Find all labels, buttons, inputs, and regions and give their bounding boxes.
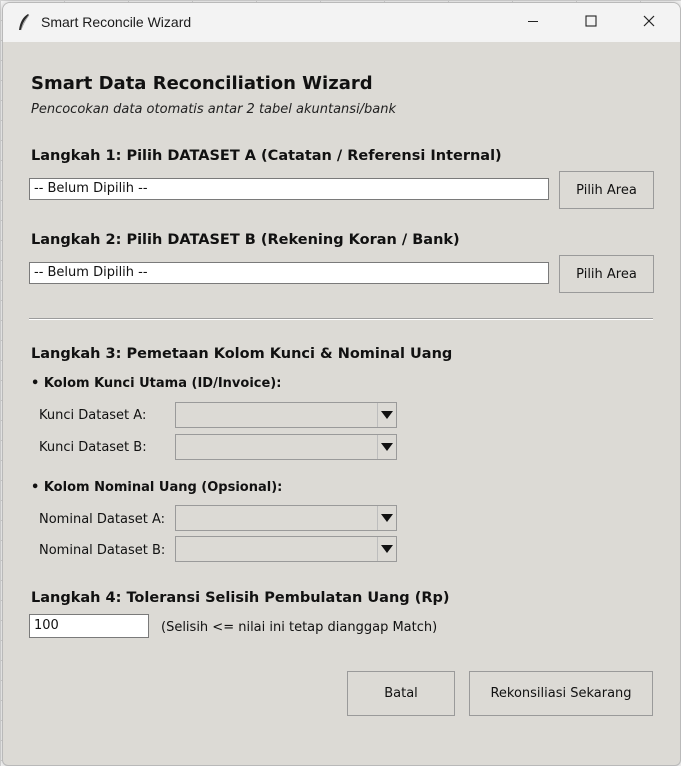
step2-title: Langkah 2: Pilih DATASET B (Rekening Kor… — [31, 232, 460, 248]
wizard-window: Smart Reconcile Wizard Smart Data Reconc… — [2, 2, 681, 766]
step1-title: Langkah 1: Pilih DATASET A (Catatan / Re… — [31, 148, 502, 164]
step3-title: Langkah 3: Pemetaan Kolom Kunci & Nomina… — [31, 346, 453, 362]
window-title: Smart Reconcile Wizard — [41, 14, 192, 30]
amount-b-value — [177, 538, 377, 560]
wizard-subtitle: Pencocokan data otomatis antar 2 tabel a… — [31, 102, 397, 117]
select-area-a-button[interactable]: Pilih Area — [559, 171, 654, 209]
amount-a-combobox[interactable] — [175, 505, 397, 531]
dataset-b-field[interactable]: -- Belum Dipilih -- — [29, 262, 549, 284]
key-b-value — [177, 436, 377, 458]
tolerance-hint: (Selisih <= nilai ini tetap dianggap Mat… — [161, 620, 438, 635]
key-a-label: Kunci Dataset A: — [39, 408, 147, 423]
cancel-button[interactable]: Batal — [347, 671, 455, 716]
close-button[interactable] — [620, 3, 678, 42]
dataset-a-field[interactable]: -- Belum Dipilih -- — [29, 178, 549, 200]
amount-a-value — [177, 507, 377, 529]
minimize-icon — [526, 13, 540, 32]
key-a-value — [177, 404, 377, 426]
close-icon — [642, 13, 656, 32]
key-a-combobox[interactable] — [175, 402, 397, 428]
amount-b-label: Nominal Dataset B: — [39, 543, 166, 558]
chevron-down-icon[interactable] — [377, 506, 396, 530]
amount-b-combobox[interactable] — [175, 536, 397, 562]
tolerance-input[interactable]: 100 — [29, 614, 149, 638]
chevron-down-icon[interactable] — [377, 435, 396, 459]
amount-columns-heading: • Kolom Nominal Uang (Opsional): — [31, 480, 283, 495]
title-bar[interactable]: Smart Reconcile Wizard — [3, 3, 680, 42]
section-divider — [29, 318, 653, 320]
chevron-down-icon[interactable] — [377, 537, 396, 561]
key-columns-heading: • Kolom Kunci Utama (ID/Invoice): — [31, 376, 282, 391]
reconcile-now-button[interactable]: Rekonsiliasi Sekarang — [469, 671, 653, 716]
select-area-b-button[interactable]: Pilih Area — [559, 255, 654, 293]
wizard-heading: Smart Data Reconciliation Wizard — [31, 73, 373, 94]
key-b-combobox[interactable] — [175, 434, 397, 460]
amount-a-label: Nominal Dataset A: — [39, 512, 165, 527]
feather-icon — [15, 13, 33, 33]
maximize-button[interactable] — [562, 3, 620, 42]
chevron-down-icon[interactable] — [377, 403, 396, 427]
step4-title: Langkah 4: Toleransi Selisih Pembulatan … — [31, 590, 450, 606]
maximize-icon — [584, 13, 598, 32]
minimize-button[interactable] — [504, 3, 562, 42]
key-b-label: Kunci Dataset B: — [39, 440, 147, 455]
